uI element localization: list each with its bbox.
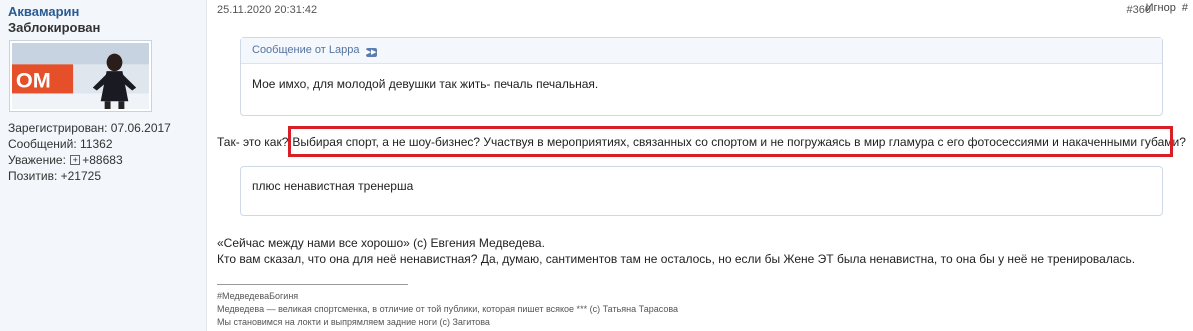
user-status: Заблокирован [8,20,101,35]
stat-positive-label: Позитив: [8,169,58,183]
stat-messages: Сообщений: 11362 [8,136,171,152]
post-date: 25.11.2020 20:31:42 [217,4,318,16]
signature-line-3: Мы становимся на локти и выпрямляем задн… [217,317,490,327]
stat-messages-value: 11362 [80,137,113,151]
stat-positive-value: +21725 [60,169,102,183]
signature-divider [217,284,408,285]
signature-line-2: Медведева — великая спортсменка, в отлич… [217,304,679,314]
reply-prefix: Так- это как? [217,135,289,149]
quote-text: Мое имхо, для молодой девушки так жить- … [252,77,599,91]
stat-respect-value: +88683 [82,153,123,167]
highlight-box [288,126,1173,157]
stat-registered-value: 07.06.2017 [110,121,171,135]
ignore-controls: Игнор # [1146,2,1188,14]
stat-messages-label: Сообщений: [8,137,77,151]
ignore-button[interactable]: Игнор [1146,2,1176,14]
hash-link[interactable]: # [1182,2,1188,14]
avatar-image: ОМ [12,43,149,109]
quote-header: Сообщение от Lappa ▶▶ [241,38,1162,64]
signature: #МедведеваБогиня Медведева — великая спо… [217,290,678,329]
stat-respect: Уважение: + +88683 [8,152,171,168]
stat-registered: Зарегистрирован: 07.06.2017 [8,120,171,136]
paragraph-1: «Сейчас между нами все хорошо» (с) Евген… [217,236,545,250]
quote2-text: плюс ненавистная тренерша [252,179,414,193]
expand-plus-icon[interactable]: + [70,155,81,165]
quote-author: Сообщение от Lappa [252,44,360,56]
user-sidebar: Аквамарин Заблокирован ОМ Зарегистрирова… [0,0,207,331]
user-stats: Зарегистрирован: 07.06.2017 Сообщений: 1… [8,120,171,184]
avatar-logo-text: ОМ [16,69,51,93]
post-content: 25.11.2020 20:31:42 #360 Игнор # Сообщени… [207,0,1193,331]
quote-block: Сообщение от Lappa ▶▶ Мое имхо, для моло… [240,37,1163,116]
paragraph-2: Кто вам сказал, что она для неё ненавист… [217,252,1136,266]
quote-block-2: плюс ненавистная тренерша [240,166,1163,216]
stat-respect-label: Уважение: [8,153,66,167]
stat-registered-label: Зарегистрирован: [8,121,108,135]
signature-line-1: #МедведеваБогиня [217,291,299,301]
stat-positive: Позитив: +21725 [8,168,171,184]
username-link[interactable]: Аквамарин [8,4,79,19]
avatar[interactable]: ОМ [9,40,152,112]
view-post-arrow-icon[interactable]: ▶▶ [365,48,377,57]
